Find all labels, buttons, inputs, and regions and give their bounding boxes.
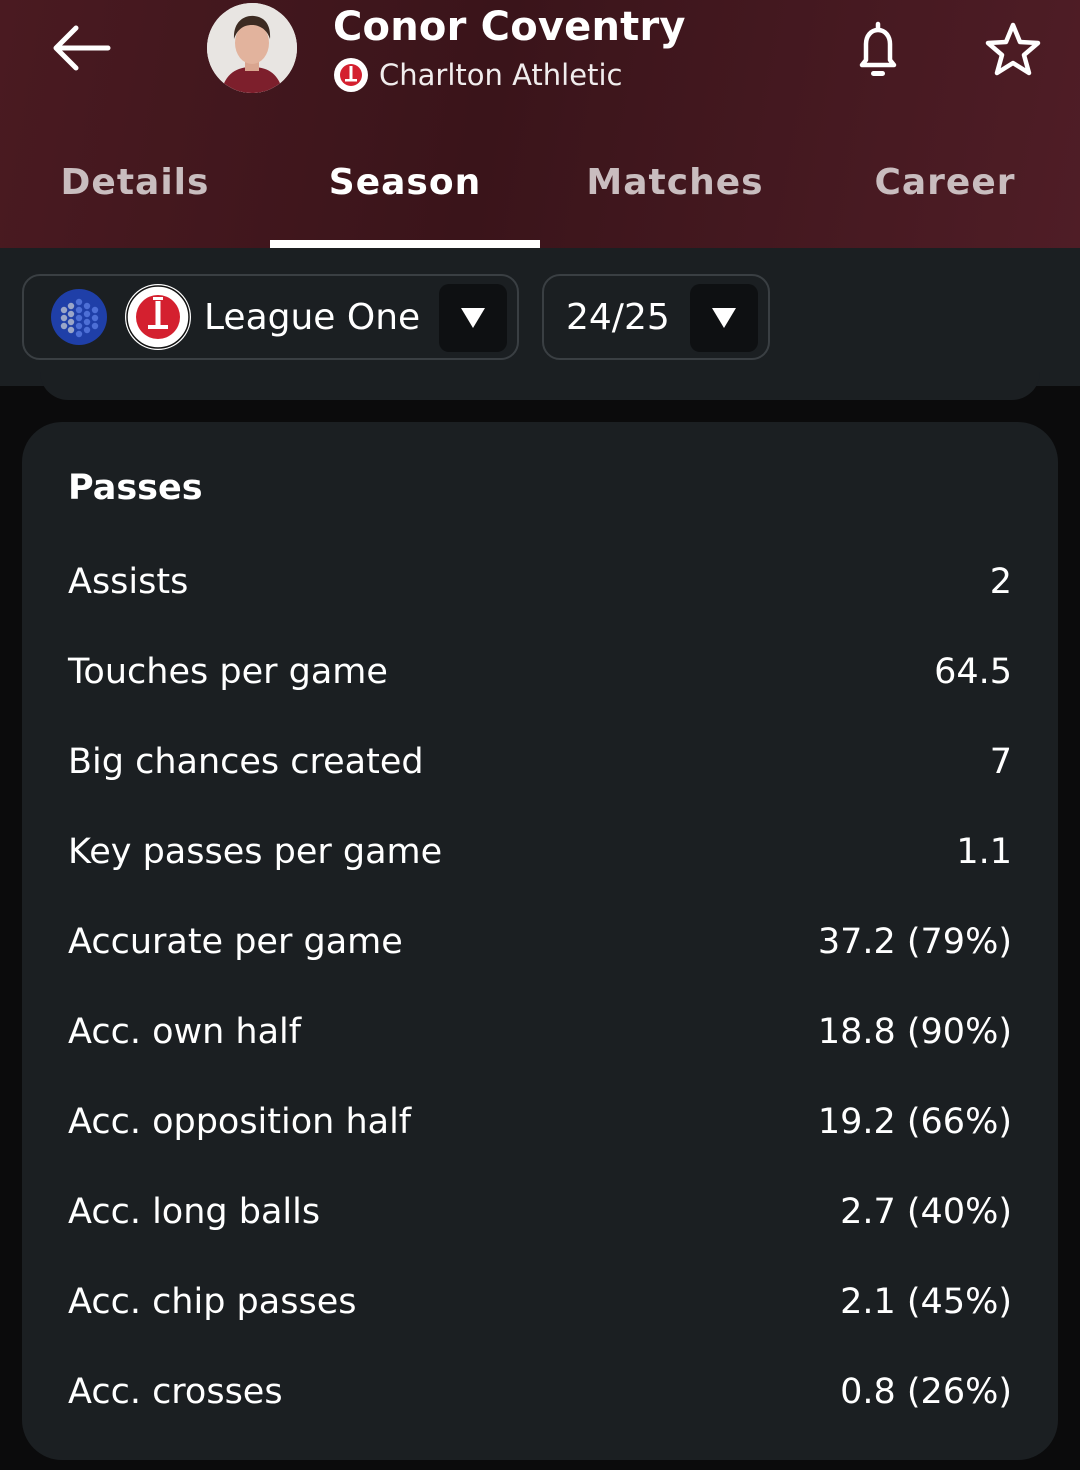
star-outline-icon (985, 22, 1041, 76)
stat-value: 1.1 (956, 832, 1012, 872)
profile-tabs: Details Season Matches Career (0, 140, 1080, 248)
stat-row: Assists 2 (68, 552, 1012, 612)
filter-bar-edge (40, 370, 1040, 400)
stat-row: Acc. chip passes 2.1 (45%) (68, 1272, 1012, 1332)
stat-label: Accurate per game (68, 922, 403, 962)
club-link[interactable]: Charlton Athletic (333, 56, 622, 94)
back-button[interactable] (44, 16, 116, 80)
notifications-button[interactable] (852, 18, 904, 80)
stat-value: 18.8 (90%) (817, 1012, 1012, 1052)
season-label: 24/25 (566, 296, 670, 338)
club-badge-icon (334, 58, 368, 92)
stat-label: Acc. crosses (68, 1372, 283, 1412)
stat-row: Touches per game 64.5 (68, 642, 1012, 702)
stat-label: Acc. own half (68, 1012, 302, 1052)
stat-row: Big chances created 7 (68, 732, 1012, 792)
stat-row: Acc. opposition half 19.2 (66%) (68, 1092, 1012, 1152)
tab-season[interactable]: Season (270, 140, 540, 248)
triangle-down-icon (461, 308, 485, 328)
stat-label: Key passes per game (68, 832, 443, 872)
player-name: Conor Coventry (333, 4, 686, 50)
stat-row: Accurate per game 37.2 (79%) (68, 912, 1012, 972)
stat-value: 2.7 (40%) (840, 1192, 1012, 1232)
stat-label: Acc. long balls (68, 1192, 321, 1232)
stat-value: 7 (989, 742, 1012, 782)
club-name: Charlton Athletic (379, 58, 623, 92)
stat-row: Acc. long balls 2.7 (40%) (68, 1182, 1012, 1242)
tab-details[interactable]: Details (0, 140, 270, 248)
stat-value: 37.2 (79%) (817, 922, 1012, 962)
triangle-down-icon (712, 308, 736, 328)
stat-label: Assists (68, 562, 189, 602)
stat-label: Big chances created (68, 742, 424, 782)
stat-label: Acc. opposition half (68, 1102, 412, 1142)
bell-icon (859, 21, 897, 76)
tab-matches[interactable]: Matches (540, 140, 810, 248)
tab-label: Matches (586, 162, 764, 203)
season-dropdown[interactable]: 24/25 (542, 274, 770, 360)
arrow-left-icon (53, 25, 111, 71)
stat-value: 19.2 (66%) (817, 1102, 1012, 1142)
favorite-button[interactable] (982, 18, 1044, 80)
stat-label: Acc. chip passes (68, 1282, 357, 1322)
stat-row: Key passes per game 1.1 (68, 822, 1012, 882)
competition-dropdown[interactable]: League One (22, 274, 519, 360)
tab-career[interactable]: Career (810, 140, 1080, 248)
passes-card: Passes Assists 2 Touches per game 64.5 B… (22, 422, 1058, 1460)
player-avatar (207, 3, 297, 93)
stat-row: Acc. crosses 0.8 (26%) (68, 1362, 1012, 1422)
stat-value: 64.5 (934, 652, 1012, 692)
stat-value: 2 (989, 562, 1012, 602)
tab-label: Career (874, 162, 1016, 203)
competition-label: League One (204, 296, 421, 338)
stat-value: 0.8 (26%) (840, 1372, 1012, 1412)
competition-dropdown-toggle[interactable] (439, 284, 507, 352)
charlton-badge-icon (125, 284, 191, 350)
stat-label: Touches per game (68, 652, 388, 692)
tab-label: Details (60, 162, 210, 203)
league-one-logo-icon (51, 289, 107, 345)
season-dropdown-toggle[interactable] (690, 284, 758, 352)
section-title: Passes (68, 468, 203, 508)
stat-value: 2.1 (45%) (840, 1282, 1012, 1322)
player-header: Conor Coventry Charlton Athletic Details… (0, 0, 1080, 248)
stat-row: Acc. own half 18.8 (90%) (68, 1002, 1012, 1062)
tab-label: Season (328, 162, 482, 203)
